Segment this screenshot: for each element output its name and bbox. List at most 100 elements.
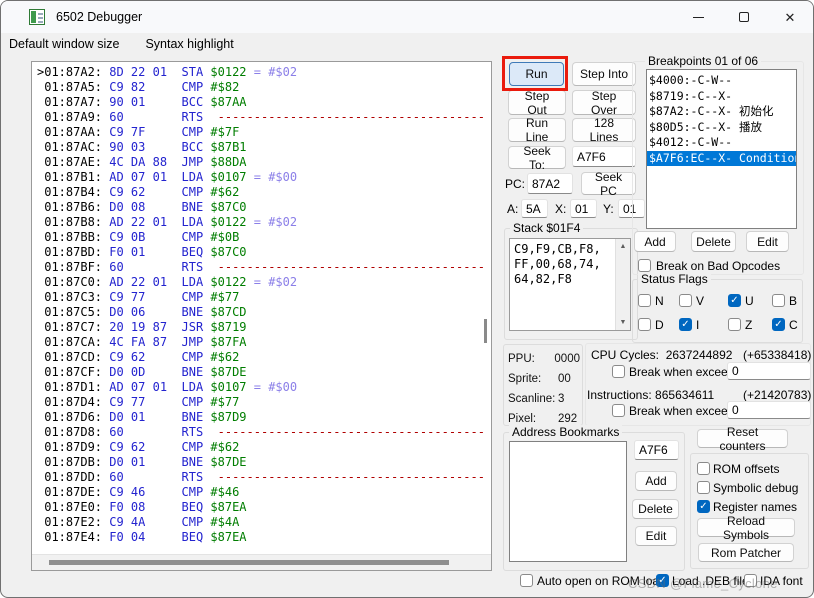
break-on-bad-opcodes-checkbox[interactable]: [638, 259, 651, 272]
rom-offsets-checkbox[interactable]: [697, 462, 710, 475]
flag-V-checkbox[interactable]: [679, 294, 692, 307]
disasm-line[interactable]: 01:87D4: C9 77 CMP #$77: [37, 395, 483, 410]
cpu-cycles-value: 2637244892: [665, 348, 733, 362]
seek-pc-button[interactable]: Seek PC: [581, 170, 636, 198]
disasm-line[interactable]: 01:87E0: F0 08 BEQ $87EA: [37, 500, 483, 515]
seek-to-button[interactable]: Seek To:: [508, 144, 566, 172]
register-names-checkbox[interactable]: ✓: [697, 500, 710, 513]
disasm-line[interactable]: 01:87BF: 60 RTS ------------------------…: [37, 260, 483, 275]
disasm-line[interactable]: 01:87DD: 60 RTS ------------------------…: [37, 470, 483, 485]
menu-syntax-highlight[interactable]: Syntax highlight: [145, 37, 233, 51]
disasm-line[interactable]: 01:87C3: C9 77 CMP #$77: [37, 290, 483, 305]
flag-I-checkbox[interactable]: ✓: [679, 318, 692, 331]
breakpoint-item[interactable]: $80D5:-C--X- 播放: [647, 120, 796, 136]
pc-input[interactable]: [527, 173, 573, 194]
run-line-button[interactable]: Run Line: [508, 116, 566, 144]
breakpoint-item[interactable]: $87A2:-C--X- 初始化: [647, 104, 796, 120]
close-button[interactable]: ✕: [767, 1, 813, 33]
disasm-line[interactable]: >01:87A2: 8D 22 01 STA $0122 = #$02: [37, 65, 483, 80]
disasm-line[interactable]: 01:87AA: C9 7F CMP #$7F: [37, 125, 483, 140]
breakpoint-delete-button[interactable]: Delete: [691, 231, 736, 252]
disasm-line[interactable]: 01:87A9: 60 RTS ------------------------…: [37, 110, 483, 125]
run-128-lines-button[interactable]: 128 Lines: [572, 116, 636, 144]
reload-symbols-button[interactable]: Reload Symbols: [697, 514, 795, 542]
cpu-break-exceed-input[interactable]: [727, 362, 811, 380]
flag-Z-checkbox[interactable]: [728, 318, 741, 331]
disasm-line[interactable]: 01:87B4: C9 62 CMP #$62: [37, 185, 483, 200]
disasm-line[interactable]: 01:87C5: D0 06 BNE $87CD: [37, 305, 483, 320]
ppu-rows: PPU: 0000 Sprite: 00 Scanline: 3 Pixel: 292: [508, 349, 580, 429]
flag-U-checkbox[interactable]: ✓: [728, 294, 741, 307]
disasm-line[interactable]: 01:87D1: AD 07 01 LDA $0107 = #$00: [37, 380, 483, 395]
disasm-line[interactable]: 01:87C0: AD 22 01 LDA $0122 = #$02: [37, 275, 483, 290]
breakpoint-item[interactable]: $4000:-C-W--: [647, 73, 796, 89]
breakpoint-item[interactable]: $A7F6:EC--X- Condition: [647, 150, 796, 166]
minimize-icon: [692, 16, 704, 18]
run-button[interactable]: Run: [509, 62, 564, 86]
disasm-line[interactable]: 01:87B8: AD 22 01 LDA $0122 = #$02: [37, 215, 483, 230]
disasm-line[interactable]: 01:87DB: D0 01 BNE $87DE: [37, 455, 483, 470]
disasm-line[interactable]: 01:87BB: C9 0B CMP #$0B: [37, 230, 483, 245]
disasm-line[interactable]: 01:87E4: F0 04 BEQ $87EA: [37, 530, 483, 545]
step-into-button[interactable]: Step Into: [572, 62, 636, 86]
disassembly-panel[interactable]: >01:87A2: 8D 22 01 STA $0122 = #$02 01:8…: [31, 61, 492, 571]
flag-D-checkbox[interactable]: [638, 318, 651, 331]
breakpoint-item[interactable]: $8719:-C--X-: [647, 89, 796, 105]
disasm-line[interactable]: 01:87D6: D0 01 BNE $87D9: [37, 410, 483, 425]
instr-break-exceed-checkbox[interactable]: [612, 404, 625, 417]
breakpoint-list[interactable]: $4000:-C-W-- $8719:-C--X- $87A2:-C--X- 初始化…: [646, 69, 797, 229]
stack-scrollbar[interactable]: ▲ ▼: [615, 239, 630, 330]
vertical-scrollbar-thumb[interactable]: [484, 319, 487, 343]
disasm-line[interactable]: 01:87CF: D0 0D BNE $87DE: [37, 365, 483, 380]
disasm-line[interactable]: 01:87A5: C9 82 CMP #$82: [37, 80, 483, 95]
cpu-break-exceed-checkbox[interactable]: [612, 365, 625, 378]
flag-U-label: U: [745, 294, 754, 308]
disasm-line[interactable]: 01:87BD: F0 01 BEQ $87C0: [37, 245, 483, 260]
bookmark-edit-button[interactable]: Edit: [635, 526, 677, 546]
register-a-input[interactable]: [521, 199, 548, 218]
register-x-input[interactable]: [570, 199, 597, 218]
bookmark-address-input[interactable]: [634, 440, 679, 460]
breakpoint-item[interactable]: $4012:-C-W--: [647, 135, 796, 151]
disasm-line[interactable]: 01:87B6: D0 08 BNE $87C0: [37, 200, 483, 215]
disasm-line[interactable]: 01:87C7: 20 19 87 JSR $8719: [37, 320, 483, 335]
disasm-line[interactable]: 01:87DE: C9 46 CMP #$46: [37, 485, 483, 500]
disasm-line[interactable]: 01:87A7: 90 01 BCC $87AA: [37, 95, 483, 110]
stack-view[interactable]: C9,F9,CB,F8, FF,00,68,74, 64,82,F8 ▲ ▼: [509, 238, 631, 331]
disasm-line[interactable]: 01:87CA: 4C FA 87 JMP $87FA: [37, 335, 483, 350]
flag-N-checkbox[interactable]: [638, 294, 651, 307]
symbolic-debug-checkbox[interactable]: [697, 481, 710, 494]
disasm-line[interactable]: 01:87B1: AD 07 01 LDA $0107 = #$00: [37, 170, 483, 185]
disasm-line[interactable]: 01:87D8: 60 RTS ------------------------…: [37, 425, 483, 440]
rom-patcher-button[interactable]: Rom Patcher: [698, 543, 794, 562]
horizontal-scrollbar-thumb[interactable]: [49, 560, 449, 565]
instr-break-exceed-input[interactable]: [727, 401, 811, 419]
auto-open-checkbox[interactable]: [520, 574, 533, 587]
ida-font-checkbox[interactable]: [744, 574, 757, 587]
reset-counters-button[interactable]: Reset counters: [697, 425, 788, 453]
scroll-down-icon[interactable]: ▼: [616, 319, 630, 326]
breakpoint-edit-button[interactable]: Edit: [746, 231, 789, 252]
seek-to-input[interactable]: [572, 146, 636, 167]
bookmark-list[interactable]: [509, 441, 627, 562]
maximize-button[interactable]: [721, 1, 767, 33]
step-out-button[interactable]: Step Out: [508, 89, 566, 117]
flag-B-checkbox[interactable]: [772, 294, 785, 307]
horizontal-scrollbar[interactable]: [32, 554, 491, 570]
disasm-line[interactable]: 01:87CD: C9 62 CMP #$62: [37, 350, 483, 365]
bookmark-delete-button[interactable]: Delete: [632, 499, 679, 519]
disasm-line[interactable]: 01:87AE: 4C DA 88 JMP $88DA: [37, 155, 483, 170]
disasm-line[interactable]: 01:87D9: C9 62 CMP #$62: [37, 440, 483, 455]
bookmark-add-button[interactable]: Add: [635, 471, 677, 491]
step-over-button[interactable]: Step Over: [572, 89, 636, 117]
stack-line: 64,82,F8: [514, 272, 572, 286]
flag-C-checkbox[interactable]: ✓: [772, 318, 785, 331]
disasm-line[interactable]: 01:87E2: C9 4A CMP #$4A: [37, 515, 483, 530]
scroll-up-icon[interactable]: ▲: [616, 243, 630, 250]
breakpoint-add-button[interactable]: Add: [634, 231, 676, 252]
minimize-button[interactable]: [675, 1, 721, 33]
menu-default-window-size[interactable]: Default window size: [9, 37, 119, 51]
disasm-line[interactable]: 01:87AC: 90 03 BCC $87B1: [37, 140, 483, 155]
status-flags-group: Status Flags N V ✓ U B D ✓ I Z ✓ C: [632, 272, 803, 343]
load-deb-checkbox[interactable]: ✓: [656, 574, 669, 587]
